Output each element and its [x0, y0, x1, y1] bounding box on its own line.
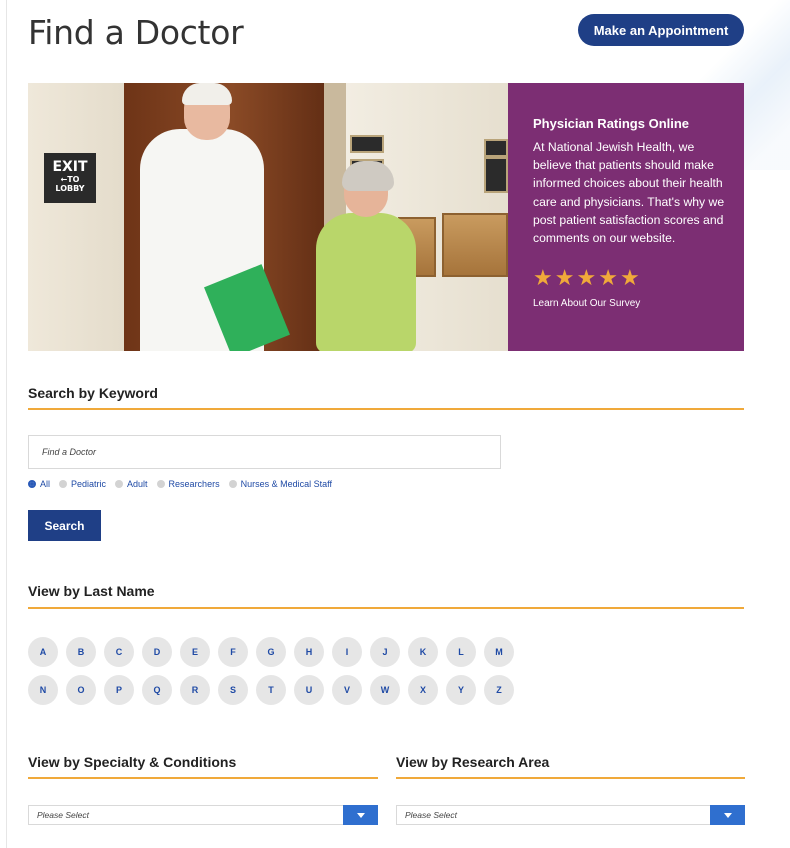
page-left-border: [6, 0, 7, 848]
section-divider: [28, 408, 744, 410]
search-button[interactable]: Search: [28, 510, 101, 541]
letter-row-2: NOPQRSTUVWXYZ: [28, 675, 522, 705]
letter-row-1: ABCDEFGHIJKLM: [28, 637, 522, 667]
star-icon: ★: [533, 266, 553, 291]
letter-button-w[interactable]: W: [370, 675, 400, 705]
filter-radio-researchers[interactable]: Researchers: [156, 479, 220, 489]
letter-button-x[interactable]: X: [408, 675, 438, 705]
filter-label: Adult: [127, 479, 148, 489]
letter-button-v[interactable]: V: [332, 675, 362, 705]
letter-button-p[interactable]: P: [104, 675, 134, 705]
exit-sign-line3: LOBBY: [55, 184, 85, 193]
search-input-wrapper[interactable]: [28, 435, 501, 469]
patient-figure: [316, 213, 416, 351]
star-rating: ★ ★ ★ ★ ★: [533, 268, 640, 290]
letter-button-c[interactable]: C: [104, 637, 134, 667]
letter-button-i[interactable]: I: [332, 637, 362, 667]
physician-ratings-panel: Physician Ratings Online At National Jew…: [508, 83, 744, 351]
radio-icon: [228, 480, 237, 488]
room-plaque: [350, 135, 384, 153]
exit-sign-line1: EXIT: [52, 159, 88, 175]
letter-button-h[interactable]: H: [294, 637, 324, 667]
star-icon: ★: [619, 266, 640, 291]
research-area-select[interactable]: Please Select: [396, 805, 745, 825]
letter-button-l[interactable]: L: [446, 637, 476, 667]
star-icon: ★: [554, 266, 575, 291]
letter-button-d[interactable]: D: [142, 637, 172, 667]
specialty-heading: View by Specialty & Conditions: [28, 754, 237, 770]
star-icon: ★: [598, 266, 618, 291]
page-title: Find a Doctor: [28, 13, 244, 52]
letter-button-e[interactable]: E: [180, 637, 210, 667]
letter-button-a[interactable]: A: [28, 637, 58, 667]
letter-button-m[interactable]: M: [484, 637, 514, 667]
filter-radio-group: All Pediatric Adult Researchers Nurses &…: [28, 479, 341, 489]
letter-button-j[interactable]: J: [370, 637, 400, 667]
chevron-down-icon[interactable]: [710, 805, 745, 825]
ratings-title: Physician Ratings Online: [533, 116, 690, 131]
letter-button-t[interactable]: T: [256, 675, 286, 705]
section-divider: [28, 777, 378, 779]
letter-button-b[interactable]: B: [66, 637, 96, 667]
radio-icon: [59, 480, 68, 488]
filter-label: Nurses & Medical Staff: [240, 479, 332, 489]
make-appointment-button[interactable]: Make an Appointment: [578, 14, 744, 46]
letter-button-k[interactable]: K: [408, 637, 438, 667]
filter-radio-nurses[interactable]: Nurses & Medical Staff: [228, 479, 332, 489]
filter-radio-all[interactable]: All: [28, 479, 50, 489]
radio-icon: [156, 480, 165, 488]
letter-button-s[interactable]: S: [218, 675, 248, 705]
letter-button-u[interactable]: U: [294, 675, 324, 705]
doctor-hair: [182, 83, 232, 105]
radio-selected-icon: [28, 480, 36, 488]
letter-button-o[interactable]: O: [66, 675, 96, 705]
letter-button-n[interactable]: N: [28, 675, 58, 705]
letter-button-z[interactable]: Z: [484, 675, 514, 705]
hero-banner: EXIT ←TO LOBBY Physician Ratings Online …: [28, 83, 744, 351]
patient-hair: [342, 161, 394, 191]
research-select-value: Please Select: [405, 810, 457, 820]
learn-about-survey-link[interactable]: Learn About Our Survey: [533, 298, 640, 309]
letter-button-g[interactable]: G: [256, 637, 286, 667]
filter-radio-adult[interactable]: Adult: [115, 479, 148, 489]
letter-button-r[interactable]: R: [180, 675, 210, 705]
photo-wall-left: [28, 83, 124, 351]
letter-button-y[interactable]: Y: [446, 675, 476, 705]
star-icon: ★: [576, 266, 597, 291]
research-area-heading: View by Research Area: [396, 754, 550, 770]
room-plaque: [484, 157, 508, 193]
radio-icon: [115, 480, 124, 488]
specialty-select-value: Please Select: [37, 810, 89, 820]
section-divider: [396, 777, 745, 779]
specialty-select[interactable]: Please Select: [28, 805, 378, 825]
view-by-last-name-heading: View by Last Name: [28, 583, 155, 599]
exit-sign: EXIT ←TO LOBBY: [44, 153, 96, 203]
chart-rack: [442, 213, 508, 277]
letter-button-q[interactable]: Q: [142, 675, 172, 705]
filter-radio-pediatric[interactable]: Pediatric: [59, 479, 106, 489]
section-divider: [28, 607, 744, 609]
ratings-description: At National Jewish Health, we believe th…: [533, 140, 725, 246]
exit-sign-line2: ←TO: [60, 175, 80, 184]
letter-button-f[interactable]: F: [218, 637, 248, 667]
filter-label: Pediatric: [71, 479, 107, 489]
room-plaque: [484, 139, 508, 157]
filter-label: Researchers: [168, 479, 220, 489]
search-by-keyword-heading: Search by Keyword: [28, 385, 158, 401]
search-input[interactable]: [29, 436, 500, 468]
chevron-down-icon[interactable]: [343, 805, 378, 825]
filter-label: All: [40, 479, 51, 489]
hero-photo: EXIT ←TO LOBBY: [28, 83, 508, 351]
